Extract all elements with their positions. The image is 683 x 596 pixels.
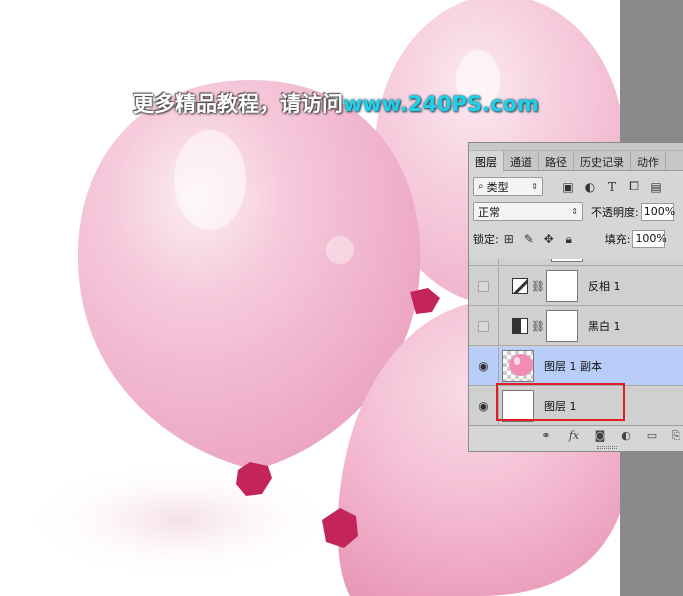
layer-row-selected[interactable]: ◉ 图层 1 副本 (469, 346, 683, 386)
lock-transparent-icon[interactable]: ⊞ (499, 230, 519, 248)
visibility-off-box (478, 280, 489, 292)
chain-link-icon[interactable]: ⛓ (530, 280, 546, 293)
type-filter-icon[interactable]: T (601, 178, 623, 196)
layer-mask-thumbnail[interactable] (546, 270, 578, 302)
balloon-knot-back (410, 288, 440, 314)
opacity-label: 不透明度: (591, 205, 639, 219)
layer-row[interactable]: ⛓ 黑白 1 (469, 306, 683, 346)
eye-icon: ◉ (478, 399, 489, 413)
image-filter-icon[interactable]: ▣ (557, 178, 579, 196)
blend-mode-dropdown[interactable]: 正常 ⇕ (473, 202, 583, 221)
filter-row: ⌕ 类型 ⇕ ▣ ◐ T ⧠ ▤ (473, 177, 683, 196)
fill-input[interactable]: 100% (632, 230, 667, 248)
annotation-highlight-box (496, 383, 625, 421)
filter-kind-label: 类型 (486, 180, 509, 194)
visibility-toggle[interactable] (469, 259, 499, 266)
smart-object-filter-icon[interactable]: ▤ (645, 178, 667, 196)
black-white-adjustment-icon (512, 318, 528, 334)
tab-layers[interactable]: 图层 (469, 151, 504, 172)
layer-name[interactable]: 图层 1 副本 (544, 358, 602, 374)
updown-arrow-icon: ⇕ (531, 182, 538, 191)
tab-paths[interactable]: 路径 (539, 151, 574, 170)
layer-thumbnail (502, 350, 534, 382)
filter-kind-dropdown[interactable]: ⌕ 类型 ⇕ (473, 177, 543, 196)
layer-row-partial[interactable] (469, 259, 683, 266)
chain-link-icon[interactable]: ⛓ (530, 320, 546, 333)
layer-thumbnail (551, 259, 583, 262)
new-layer-icon[interactable]: ⎘ (667, 429, 683, 445)
lock-row: 锁定: ⊞ ✎ ✥ 🔒︎ 填充: 100% (473, 230, 683, 248)
lock-all-icon[interactable]: 🔒︎ (559, 230, 579, 248)
search-icon: ⌕ (478, 181, 484, 192)
lock-position-icon[interactable]: ✥ (539, 230, 559, 248)
panel-drag-handle[interactable] (469, 143, 683, 151)
opacity-input[interactable]: 100% (640, 202, 675, 221)
lock-brush-icon[interactable]: ✎ (519, 230, 539, 248)
shape-filter-icon[interactable]: ⧠ (623, 178, 645, 196)
tab-actions[interactable]: 动作 (631, 151, 666, 170)
visibility-toggle[interactable] (469, 266, 499, 306)
invert-adjustment-icon (512, 278, 528, 294)
adjustment-icon[interactable]: ◐ (617, 429, 635, 445)
tab-channels[interactable]: 通道 (504, 151, 539, 170)
lock-label: 锁定: (473, 233, 499, 246)
visibility-toggle[interactable]: ◉ (469, 346, 499, 386)
watermark-url: www.240PS.com (343, 92, 539, 116)
visibility-toggle[interactable]: ◉ (469, 386, 499, 426)
layer-name[interactable]: 反相 1 (588, 278, 621, 294)
blend-row: 正常 ⇕ 不透明度: 100% (473, 202, 683, 221)
fill-label: 填充: (604, 233, 631, 246)
folder-icon[interactable]: ▭ (643, 429, 661, 445)
layer-row[interactable]: ⛓ 反相 1 (469, 266, 683, 306)
updown-arrow-icon: ⇕ (571, 207, 578, 216)
visibility-toggle[interactable] (469, 306, 499, 346)
watermark-cn: 更多精品教程，请访问 (133, 92, 343, 116)
adjustment-filter-icon[interactable]: ◐ (579, 178, 601, 196)
tab-history[interactable]: 历史记录 (574, 151, 631, 170)
link-icon[interactable]: ⚭ (537, 429, 555, 445)
visibility-off-box (478, 320, 489, 332)
panel-tabs: 图层 通道 路径 历史记录 动作 (469, 151, 683, 172)
resize-grip[interactable] (597, 446, 617, 449)
balloon-shadow (20, 460, 340, 580)
eye-icon: ◉ (478, 359, 489, 373)
panel-footer: ⚭ fx ◙ ◐ ▭ ⎘ (469, 425, 683, 451)
layer-mask-thumbnail[interactable] (546, 310, 578, 342)
fx-icon[interactable]: fx (565, 429, 583, 445)
blend-mode-value: 正常 (478, 205, 500, 219)
mask-icon[interactable]: ◙ (591, 429, 609, 445)
layer-name[interactable]: 黑白 1 (588, 318, 621, 334)
watermark-text: 更多精品教程，请访问www.240PS.com (133, 88, 539, 118)
